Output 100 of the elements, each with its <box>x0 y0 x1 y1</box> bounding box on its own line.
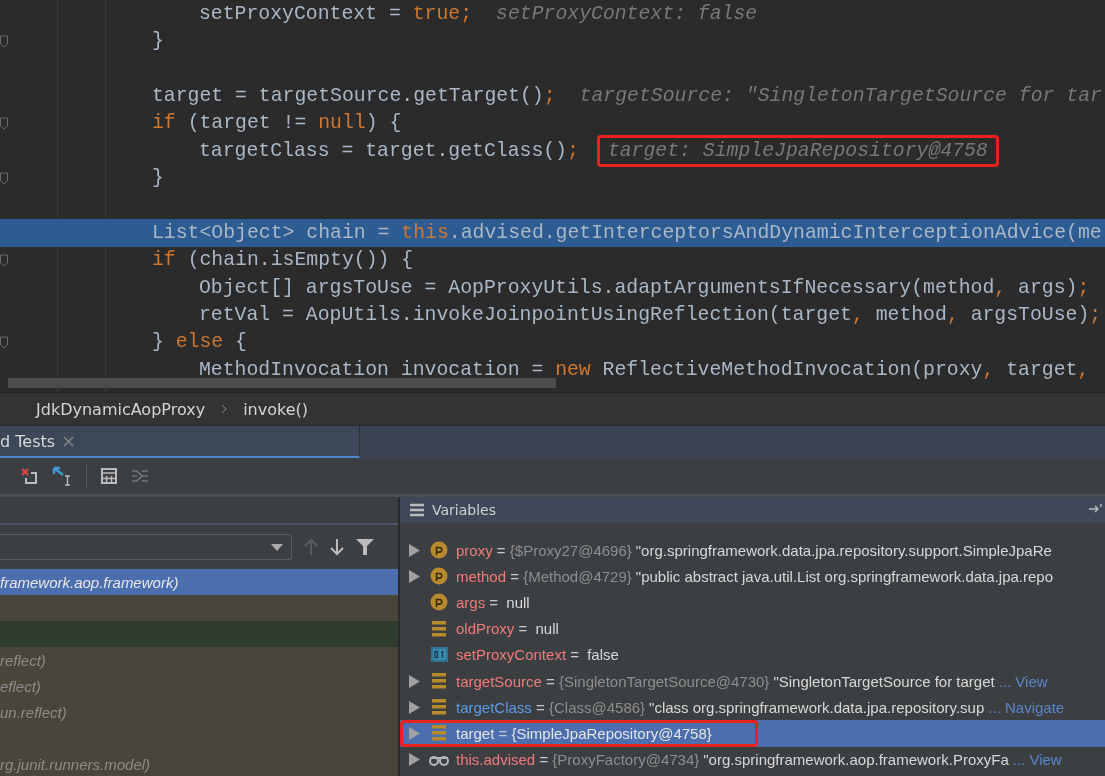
variable-name: target <box>456 724 495 742</box>
variable-row[interactable]: oldProxy = null <box>400 615 1105 642</box>
variable-type: {SimpleJpaRepository@4758} <box>511 724 712 742</box>
stack-frame[interactable]: framework.aop.framework) <box>0 569 398 595</box>
fold-icon[interactable] <box>0 171 8 185</box>
scrollbar-thumb[interactable] <box>8 378 556 388</box>
code-text: args) <box>1018 276 1078 299</box>
code-keyword: if <box>152 249 177 272</box>
variable-name: method <box>456 567 507 585</box>
variable-value: "org.springframework.aop.framework.ProxyFa <box>703 751 1009 769</box>
field-icon <box>432 699 446 716</box>
equals-sign: = <box>535 698 546 716</box>
expand-icon[interactable] <box>408 753 420 767</box>
cursor-arrow-icon[interactable] <box>52 466 72 486</box>
field-icon <box>432 725 446 742</box>
fold-icon[interactable] <box>0 253 8 267</box>
expand-icon[interactable] <box>408 700 420 714</box>
list-icon <box>410 503 424 517</box>
variable-name: this.advised <box>456 751 536 769</box>
equals-sign: = <box>545 672 556 690</box>
down-arrow-icon[interactable] <box>330 538 344 556</box>
breadcrumb-item[interactable]: JdkDynamicAopProxy <box>36 399 206 419</box>
variable-value: false <box>587 646 619 664</box>
variable-value: "SingletonTargetSource for target <box>773 672 995 690</box>
field-icon <box>432 673 446 690</box>
variable-row[interactable]: target = {SimpleJpaRepository@4758} <box>400 720 1105 747</box>
variable-name: oldProxy <box>456 620 515 638</box>
variable-row[interactable]: targetClass = {Class@4586} "class org.springframework.data.jpa.repository.sup ... Navigate <box>400 694 1105 721</box>
filter-icon[interactable] <box>356 539 374 555</box>
thread-dropdown[interactable] <box>0 534 292 560</box>
inline-value-hint: target: SimpleJpaRepository@4758 <box>596 134 999 167</box>
parameter-icon <box>430 541 448 560</box>
code-keyword: ; <box>543 84 556 107</box>
code-text: ReflectiveMethodInvocation(proxy <box>602 358 983 381</box>
code-text: setProxyContext = <box>199 2 402 25</box>
code-keyword: , <box>851 304 865 326</box>
code-keyword: if <box>152 112 177 135</box>
expand-icon[interactable] <box>408 674 420 688</box>
code-text: { <box>235 331 247 354</box>
close-icon[interactable] <box>63 435 75 447</box>
variable-row[interactable]: proxy = {$Proxy27@4696} "org.springframework.data.jpa.repository.support.SimpleJpaRe <box>400 537 1105 564</box>
fold-icon[interactable] <box>0 116 8 130</box>
parameter-icon <box>430 567 448 586</box>
variable-value: "org.springframework.data.jpa.repository.support.SimpleJpaRe <box>635 541 1052 559</box>
variable-row[interactable]: setProxyContext = false <box>400 641 1105 668</box>
inline-value-hint: targetSource: "SingletonTargetSource for tar <box>579 84 1102 107</box>
caret-icon <box>271 543 283 551</box>
expand-icon[interactable] <box>408 569 420 583</box>
variable-name: targetClass <box>456 698 532 716</box>
variable-row[interactable]: method = {Method@4729} "public abstract java.util.List org.springframework.data.jpa.repo <box>400 563 1105 590</box>
code-text: MethodInvocation invocation = <box>199 358 545 381</box>
equals-sign: = <box>538 751 550 769</box>
code-keyword: ; <box>567 139 579 162</box>
variable-row[interactable]: this.advised = {ProxyFactory@4734} "org.springframework.aop.framework.ProxyFa ... View <box>400 746 1105 773</box>
code-keyword: , <box>994 276 1008 299</box>
equals-sign: = <box>509 567 520 585</box>
code-text: .advised.getInterceptorsAndDynamicInterceptionAdvice(me <box>448 221 1102 244</box>
expand-icon[interactable] <box>408 726 420 740</box>
pin-icon[interactable] <box>1089 503 1103 515</box>
table-icon[interactable] <box>101 468 117 484</box>
chevron-icon <box>221 404 228 414</box>
variable-row[interactable]: targetSource = {SingletonTargetSource@4730} "SingletonTargetSource for target ... View <box>400 667 1105 695</box>
inline-value-hint: setProxyContext: false <box>496 2 758 25</box>
code-text: } <box>152 331 165 354</box>
breadcrumb-item[interactable]: invoke() <box>243 399 308 419</box>
code-text: (chain.isEmpty()) { <box>187 249 414 272</box>
parameter-icon <box>430 593 448 612</box>
code-text: method <box>875 304 947 326</box>
code-text: targetClass = target.getClass() <box>199 139 567 162</box>
code-keyword: new <box>555 358 592 381</box>
field-icon <box>432 620 446 637</box>
code-keyword: this <box>401 221 449 244</box>
panel-title: Variables <box>432 502 496 518</box>
code-text: target = targetSource.getTarget() <box>152 84 544 107</box>
variable-row[interactable]: args = null <box>400 589 1105 616</box>
variable-type: {$Proxy27@4696} <box>509 541 632 559</box>
equals-sign: = <box>569 646 580 664</box>
variable-type: {SingletonTargetSource@4730} <box>559 672 770 690</box>
variable-name: args <box>456 593 486 611</box>
boolean-icon <box>430 647 448 663</box>
code-text: (target != <box>187 112 308 135</box>
equals-sign: = <box>517 620 529 638</box>
stream-icon[interactable] <box>131 469 149 483</box>
code-keyword: ; <box>1089 304 1102 326</box>
variable-value: "public abstract java.util.List org.springframework.data.jpa.repo <box>635 567 1053 585</box>
code-text: argsToUse) <box>970 304 1090 326</box>
equals-sign: = <box>495 541 507 559</box>
variable-value: "class org.springframework.data.jpa.repository.sup <box>649 698 985 716</box>
equals-sign: = <box>488 593 500 611</box>
variable-name: proxy <box>456 541 493 559</box>
drop-frame-icon[interactable] <box>20 467 38 485</box>
debug-tab[interactable]: d Tests <box>0 426 360 458</box>
up-arrow-icon[interactable] <box>304 538 318 556</box>
code-keyword: else <box>175 331 225 354</box>
fold-icon[interactable] <box>0 335 8 349</box>
fold-icon[interactable] <box>0 34 8 48</box>
code-text: } <box>152 30 164 53</box>
expand-icon[interactable] <box>408 543 420 557</box>
variable-type: {Method@4729} <box>523 567 632 585</box>
variable-type: {Class@4586} <box>549 698 646 716</box>
